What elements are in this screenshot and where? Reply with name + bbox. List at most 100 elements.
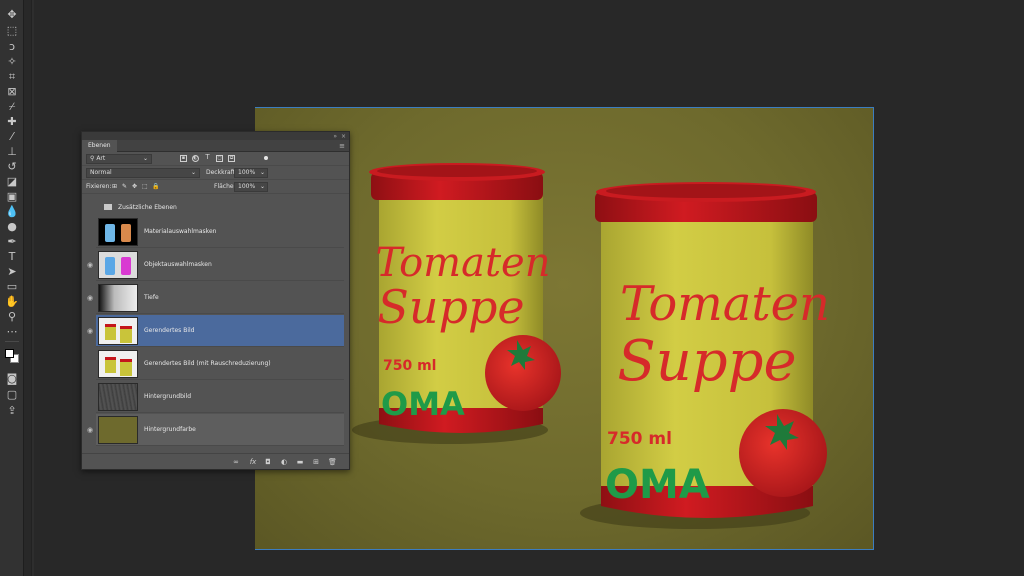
- layer-thumbnail: [98, 218, 138, 246]
- brush-tool-icon[interactable]: ⁄: [4, 130, 20, 144]
- panel-close-icon[interactable]: ×: [341, 133, 346, 140]
- foreground-color-swatch[interactable]: [5, 349, 14, 358]
- layer-thumbnail: [98, 317, 138, 345]
- panel-footer: ∞ fx ◘ ◐ ▬ ⊞ 🗑: [82, 453, 349, 469]
- layer-row[interactable]: ◉ Tiefe: [87, 282, 344, 314]
- layer-name: Hintergrundbild: [144, 393, 192, 400]
- dodge-tool-icon[interactable]: ●: [4, 220, 20, 234]
- lock-image-icon[interactable]: ✎: [122, 183, 127, 190]
- right-can-brand: OMA: [605, 462, 710, 508]
- hand-tool-icon[interactable]: ✋: [4, 295, 20, 309]
- panel-menu-icon[interactable]: ≡: [339, 142, 345, 150]
- path-selection-tool-icon[interactable]: ➤: [4, 265, 20, 279]
- adjustment-layer-icon[interactable]: ◐: [280, 458, 288, 466]
- share-icon[interactable]: ⇪: [4, 404, 20, 418]
- right-can-title-line1: Tomaten: [620, 276, 830, 332]
- fill-field[interactable]: 100% ⌄: [234, 182, 268, 192]
- frame-tool-icon[interactable]: ⊠: [4, 85, 20, 99]
- layer-row[interactable]: Hintergrundbild: [96, 381, 344, 413]
- group-name: Zusätzliche Ebenen: [118, 204, 177, 211]
- move-tool-icon[interactable]: ✥: [4, 8, 20, 22]
- layer-name: Gerendertes Bild (mit Rauschreduzierung): [144, 360, 271, 367]
- blend-mode-select[interactable]: Normal ⌄: [86, 168, 200, 178]
- layer-row[interactable]: ◉ Objektauswahlmasken: [87, 249, 344, 281]
- visibility-eye-icon[interactable]: ◉: [86, 294, 94, 302]
- layer-thumbnail: [98, 251, 138, 279]
- new-layer-icon[interactable]: ⊞: [312, 458, 320, 466]
- tools-panel: ✥ ⬚ ↄ ✧ ⌗ ⊠ ⌿ ✚ ⁄ ⊥ ↺ ◪ ▣ 💧 ● ✒ T ➤ ▭ ✋ …: [0, 0, 24, 576]
- opacity-label: Deckkraft:: [206, 169, 238, 176]
- right-tomato-icon: [739, 409, 827, 497]
- chevron-down-icon: ⌄: [190, 169, 196, 176]
- layer-name: Objektauswahlmasken: [144, 261, 212, 268]
- lock-artboard-icon[interactable]: ⬚: [142, 183, 148, 190]
- fx-button[interactable]: fx: [248, 458, 258, 466]
- gradient-tool-icon[interactable]: ▣: [4, 190, 20, 204]
- magic-wand-tool-icon[interactable]: ✧: [4, 55, 20, 69]
- lock-transparent-icon[interactable]: ⊞: [112, 183, 117, 190]
- blend-row: Normal ⌄ Deckkraft: 100% ⌄: [82, 166, 349, 180]
- left-can-brand: OMA: [381, 385, 465, 423]
- toolbar-divider: [5, 341, 19, 342]
- layer-thumbnail: [98, 350, 138, 378]
- marquee-tool-icon[interactable]: ⬚: [4, 24, 20, 38]
- filter-adjustment-icon[interactable]: ◐: [192, 155, 199, 162]
- opacity-field[interactable]: 100% ⌄: [234, 168, 268, 178]
- layer-row[interactable]: Gerendertes Bild (mit Rauschreduzierung): [96, 348, 344, 380]
- filter-pixel-icon[interactable]: ▪: [180, 155, 187, 162]
- opacity-value: 100%: [238, 169, 256, 176]
- layers-panel[interactable]: » × Ebenen ≡ ⚲ Art ⌄ ▪ ◐ T ◻ ⧉ Normal ⌄: [81, 131, 350, 470]
- pen-tool-icon[interactable]: ✒: [4, 235, 20, 249]
- panel-collapse-icon[interactable]: »: [333, 133, 337, 140]
- filter-row: ⚲ Art ⌄ ▪ ◐ T ◻ ⧉: [82, 152, 349, 166]
- chevron-down-icon: ⌄: [142, 155, 148, 162]
- lock-position-icon[interactable]: ✥: [132, 183, 137, 190]
- visibility-eye-icon[interactable]: ◉: [86, 327, 94, 335]
- crop-tool-icon[interactable]: ⌗: [4, 70, 20, 84]
- lock-label: Fixieren:: [86, 183, 112, 190]
- rectangle-tool-icon[interactable]: ▭: [4, 280, 20, 294]
- history-brush-tool-icon[interactable]: ↺: [4, 160, 20, 174]
- panel-tabbar: Ebenen ≡: [82, 140, 349, 152]
- more-tools-icon[interactable]: ⋯: [4, 325, 20, 339]
- layer-name: Hintergrundfarbe: [144, 426, 196, 433]
- layers-list: Zusätzliche Ebenen Materialauswahlmasken…: [87, 202, 344, 447]
- zoom-tool-icon[interactable]: ⚲: [4, 310, 20, 324]
- eyedropper-tool-icon[interactable]: ⌿: [4, 100, 20, 114]
- type-tool-icon[interactable]: T: [4, 250, 20, 264]
- right-can-volume: 750 ml: [607, 429, 672, 449]
- toolbar-edge: [31, 0, 34, 576]
- left-can-title-line2: Suppe: [377, 280, 524, 334]
- filter-shape-icon[interactable]: ◻: [216, 155, 223, 162]
- lasso-tool-icon[interactable]: ↄ: [4, 40, 20, 54]
- tab-ebenen[interactable]: Ebenen: [82, 140, 117, 152]
- quick-mask-icon[interactable]: ◙: [4, 372, 20, 386]
- link-layers-icon[interactable]: ∞: [232, 458, 240, 466]
- layer-row[interactable]: ◉ Gerendertes Bild: [87, 315, 344, 347]
- filter-type-icon[interactable]: T: [204, 154, 211, 162]
- add-mask-icon[interactable]: ◘: [264, 458, 272, 466]
- blur-tool-icon[interactable]: 💧: [4, 205, 20, 219]
- filter-smart-object-icon[interactable]: ⧉: [228, 155, 235, 162]
- visibility-eye-icon[interactable]: ◉: [86, 426, 94, 434]
- filter-toggle-icon[interactable]: [264, 156, 268, 160]
- new-group-icon[interactable]: ▬: [296, 458, 304, 466]
- filter-type-value: Art: [96, 155, 106, 162]
- lock-all-icon[interactable]: 🔒: [152, 183, 159, 190]
- layer-group-row[interactable]: Zusätzliche Ebenen: [96, 202, 344, 216]
- fill-value: 100%: [238, 183, 256, 190]
- layer-name: Materialauswahlmasken: [144, 228, 217, 235]
- layer-row[interactable]: ◉ Hintergrundfarbe: [87, 414, 344, 446]
- screen-mode-icon[interactable]: ▢: [4, 388, 20, 402]
- folder-icon: [104, 204, 112, 210]
- layer-row[interactable]: Materialauswahlmasken: [96, 216, 344, 248]
- healing-brush-tool-icon[interactable]: ✚: [4, 115, 20, 129]
- blend-mode-value: Normal: [90, 169, 112, 176]
- filter-type-select[interactable]: ⚲ Art ⌄: [86, 154, 152, 164]
- eraser-tool-icon[interactable]: ◪: [4, 175, 20, 189]
- trash-icon[interactable]: 🗑: [328, 458, 337, 466]
- stamp-tool-icon[interactable]: ⊥: [4, 145, 20, 159]
- layer-thumbnail: [98, 284, 138, 312]
- visibility-eye-icon[interactable]: ◉: [86, 261, 94, 269]
- panel-drag-bar[interactable]: » ×: [82, 132, 349, 140]
